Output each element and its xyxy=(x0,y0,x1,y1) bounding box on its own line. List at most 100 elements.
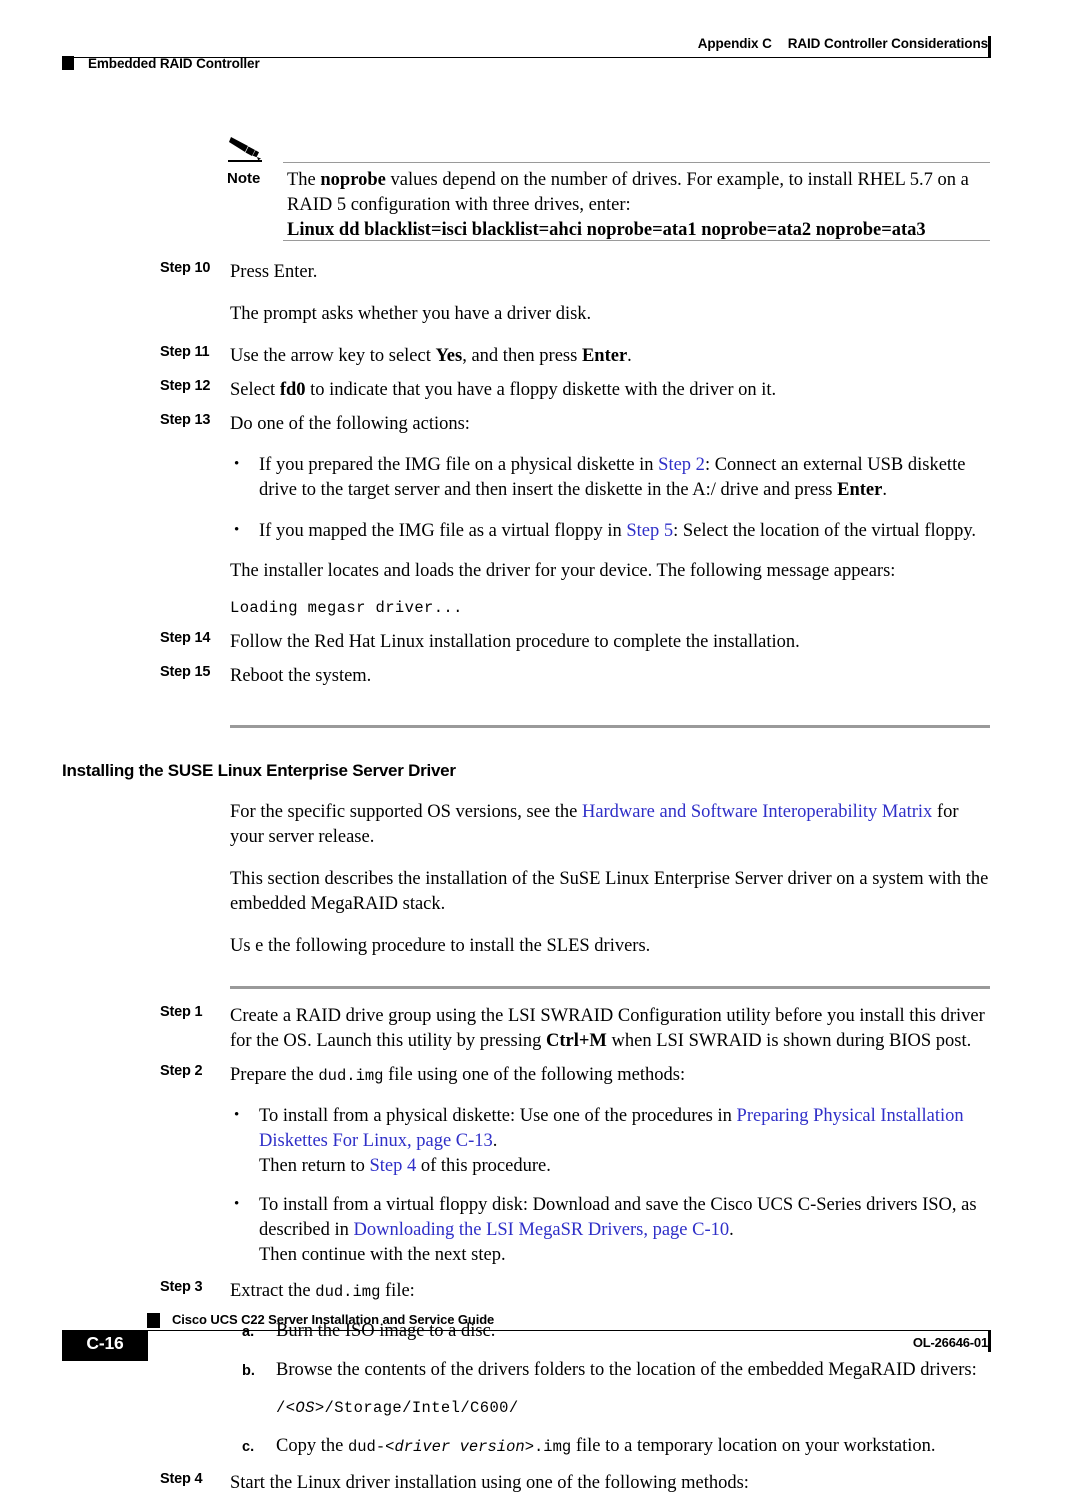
list-item: c. Copy the dud-<driver version>.img fil… xyxy=(230,1434,990,1460)
step-label: Step 10 xyxy=(160,260,211,276)
step-row: Step 1 Create a RAID drive group using t… xyxy=(0,1004,1080,1054)
page-content: Note The noprobe values depend on the nu… xyxy=(0,130,1080,1496)
step-label: Step 2 xyxy=(160,1063,203,1079)
link-interoperability-matrix[interactable]: Hardware and Software Interoperability M… xyxy=(582,802,932,822)
procedure-divider-rule xyxy=(230,986,990,989)
step-text: Prepare the dud.img file using one of th… xyxy=(230,1063,990,1089)
step-text: Use the arrow key to select Yes, and the… xyxy=(230,344,990,369)
header-section-label: Embedded RAID Controller xyxy=(88,56,260,71)
note-top-rule xyxy=(283,162,990,163)
installer-message-intro: The installer locates and loads the driv… xyxy=(230,561,896,581)
step-bold-enter: Enter xyxy=(581,346,628,366)
code-img-suffix: .img xyxy=(534,1438,572,1456)
note-text-part1: The xyxy=(287,170,321,190)
step-label: Step 3 xyxy=(160,1279,203,1295)
footer-document-id: OL-26646-01 xyxy=(912,1335,988,1350)
step-text: Start the Linux driver installation usin… xyxy=(230,1473,749,1493)
section-paragraph-3: Us e the following procedure to install … xyxy=(230,936,651,956)
footer-bullet-square-icon xyxy=(147,1313,160,1328)
section-paragraph-2: This section describes the installation … xyxy=(230,869,989,914)
section-divider-rule xyxy=(230,725,990,728)
bullet-tail-post: of this procedure. xyxy=(416,1156,551,1176)
page-title: Installing the SUSE Linux Enterprise Ser… xyxy=(62,761,456,780)
step-text-pre: Select xyxy=(230,380,280,400)
step-row: Step 14 Follow the Red Hat Linux install… xyxy=(0,630,1080,655)
header-appendix-label: Appendix C xyxy=(697,36,772,51)
note-bold-term: noprobe xyxy=(320,170,386,190)
bullet-bold-enter: Enter xyxy=(837,480,883,500)
step-row: Step 10 Press Enter. xyxy=(0,260,1080,285)
step-text-post: file: xyxy=(380,1281,415,1301)
note-body: The noprobe values depend on the number … xyxy=(287,168,992,243)
pencil-icon xyxy=(228,134,264,164)
step-label: Step 1 xyxy=(160,1004,203,1020)
bullet-text-pre: To install from a physical diskette: Use… xyxy=(259,1106,737,1126)
step-label: Step 13 xyxy=(160,412,211,428)
step-text: Reboot the system. xyxy=(230,666,372,686)
step-text-post: when LSI SWRAID is shown during BIOS pos… xyxy=(606,1031,972,1051)
step-row: Step 15 Reboot the system. xyxy=(0,664,1080,689)
step-text: Select fd0 to indicate that you have a f… xyxy=(230,378,990,403)
step-text: Follow the Red Hat Linux installation pr… xyxy=(230,632,800,652)
step-label: Step 12 xyxy=(160,378,211,394)
substep-text-pre: Copy the xyxy=(276,1436,348,1456)
step-text-post: to indicate that you have a floppy diske… xyxy=(305,380,777,400)
intro-text-pre: For the specific supported OS versions, … xyxy=(230,802,582,822)
bullet-text-pre: If you prepared the IMG file on a physic… xyxy=(259,455,659,475)
bullet-text-mid: : Select the location of the virtual flo… xyxy=(673,521,977,541)
section-intro-paragraph: For the specific supported OS versions, … xyxy=(230,800,990,850)
note-bottom-rule xyxy=(283,240,990,241)
step-label: Step 15 xyxy=(160,664,211,680)
list-item: To install from a virtual floppy disk: D… xyxy=(230,1192,990,1268)
bullet-tail-pre: Then continue with the next step. xyxy=(259,1245,506,1265)
step-text-post: file using one of the following methods: xyxy=(383,1065,686,1085)
step-text-pre: Extract the xyxy=(230,1281,316,1301)
bullet-text-mid: . xyxy=(729,1220,734,1240)
code-dud-prefix: dud- xyxy=(347,1438,386,1456)
step-label: Step 11 xyxy=(160,344,210,360)
xref-step-5[interactable]: Step 5 xyxy=(626,521,673,541)
substep-text-post: file to a temporary location on your wor… xyxy=(571,1436,936,1456)
code-path-post: >/Storage/Intel/C600/ xyxy=(314,1399,519,1417)
step-text-pre: Use the arrow key to select xyxy=(230,346,436,366)
code-dud-img: dud.img xyxy=(318,1067,384,1085)
header-running-title: Appendix C RAID Controller Considerations xyxy=(698,36,988,51)
bullet-text-pre: If you mapped the IMG file as a virtual … xyxy=(259,521,627,541)
installer-console-output: Loading megasr driver... xyxy=(230,599,463,617)
xref-step-2[interactable]: Step 2 xyxy=(658,455,705,475)
step-text: Do one of the following actions: xyxy=(230,414,470,434)
step-bold-yes: Yes xyxy=(435,346,463,366)
header-appendix-title: RAID Controller Considerations xyxy=(787,36,988,51)
step-bold-fd0: fd0 xyxy=(279,380,306,400)
step-continuation-text: The prompt asks whether you have a drive… xyxy=(230,304,592,324)
step-label: Step 14 xyxy=(160,630,211,646)
step-row: Step 4 Start the Linux driver installati… xyxy=(0,1471,1080,1496)
xref-step-4[interactable]: Step 4 xyxy=(369,1156,416,1176)
step-row: Step 13 Do one of the following actions: xyxy=(0,412,1080,437)
list-item: To install from a physical diskette: Use… xyxy=(230,1103,990,1179)
page-header: Appendix C RAID Controller Considerations… xyxy=(0,0,1080,100)
step-label: Step 4 xyxy=(160,1471,203,1487)
header-right-tick-mark xyxy=(988,36,991,58)
note-text-part2: values depend on the number of drives. F… xyxy=(287,170,969,215)
note-admonition: Note The noprobe values depend on the nu… xyxy=(0,130,1080,248)
step-text: Create a RAID drive group using the LSI … xyxy=(230,1004,990,1054)
link-downloading-lsi-megasr-drivers[interactable]: Downloading the LSI MegaSR Drivers, page… xyxy=(354,1220,730,1240)
step-row: Step 11 Use the arrow key to select Yes,… xyxy=(0,344,1080,369)
step-text-post: . xyxy=(627,346,632,366)
step-text-mid: , and then press xyxy=(462,346,582,366)
code-driver-version-placeholder: <driver version> xyxy=(385,1438,534,1456)
step-text-pre: Prepare the xyxy=(230,1065,319,1085)
code-path-os-placeholder: OS xyxy=(295,1399,315,1417)
footer-right-tick-mark xyxy=(988,1330,991,1352)
step-row: Step 12 Select fd0 to indicate that you … xyxy=(0,378,1080,403)
list-item: If you prepared the IMG file on a physic… xyxy=(230,452,990,503)
footer-guide-title: Cisco UCS C22 Server Installation and Se… xyxy=(172,1312,495,1327)
substep-letter: c. xyxy=(242,1439,255,1455)
page-footer: Cisco UCS C22 Server Installation and Se… xyxy=(0,1300,1080,1380)
substep-code-path: /<OS>/Storage/Intel/C600/ xyxy=(230,1395,990,1421)
footer-page-number: C-16 xyxy=(86,1333,124,1353)
note-label: Note xyxy=(227,170,261,187)
code-dud-img: dud.img xyxy=(315,1283,381,1301)
footer-rule xyxy=(62,1330,990,1331)
